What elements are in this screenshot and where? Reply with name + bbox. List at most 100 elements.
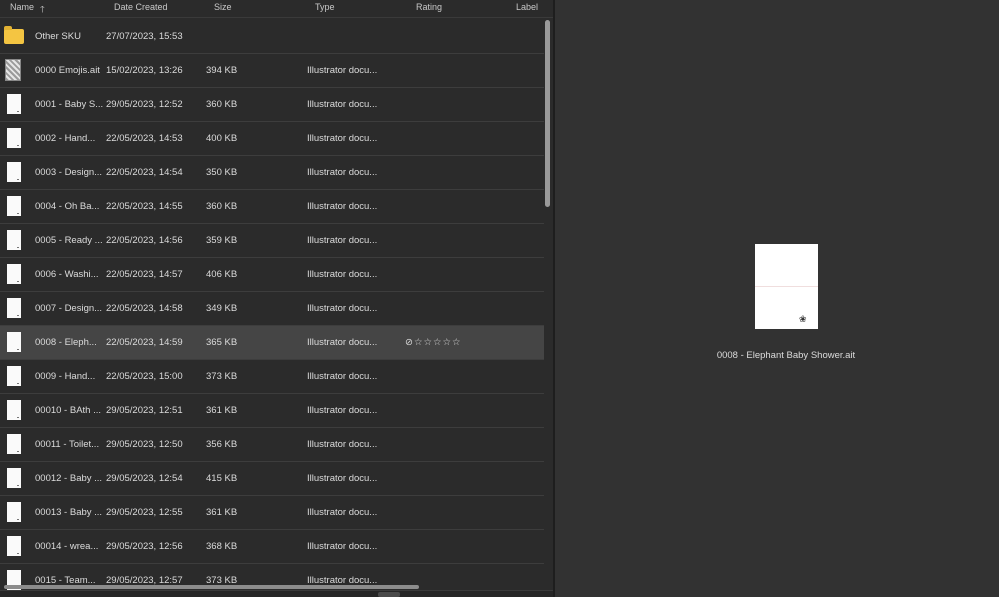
file-type: Illustrator docu...: [307, 541, 378, 552]
file-thumbnail-icon: [7, 468, 21, 488]
file-type: Illustrator docu...: [307, 303, 378, 314]
table-row[interactable]: 0004 - Oh Ba... 22/05/2023, 14:55 360 KB Il…: [0, 190, 544, 224]
file-date: 29/05/2023, 12:52: [106, 99, 183, 110]
file-type: Illustrator docu...: [307, 371, 378, 382]
table-row[interactable]: 00014 - wrea... 29/05/2023, 12:56 368 KB Il…: [0, 530, 544, 564]
table-row[interactable]: 0003 - Design... 22/05/2023, 14:54 350 KB I…: [0, 156, 544, 190]
file-size: 349 KB: [206, 303, 238, 314]
file-thumbnail-icon: [7, 298, 21, 318]
column-rating-header[interactable]: Rating: [416, 2, 442, 12]
table-row[interactable]: 0000 Emojis.ait 15/02/2023, 13:26 394 KB Il…: [0, 54, 544, 88]
file-type: Illustrator docu...: [307, 65, 378, 76]
column-type-header[interactable]: Type: [315, 2, 335, 12]
file-thumbnail-icon: [7, 536, 21, 556]
column-label-header[interactable]: Label: [516, 2, 538, 12]
table-row[interactable]: 0009 - Hand... 22/05/2023, 15:00 373 KB Ill…: [0, 360, 544, 394]
rating-stars[interactable]: ⊘☆☆☆☆☆: [405, 337, 462, 348]
file-size: 368 KB: [206, 541, 238, 552]
table-row[interactable]: 0007 - Design... 22/05/2023, 14:58 349 KB I…: [0, 292, 544, 326]
preview-fold-line: [755, 286, 818, 287]
file-date: 22/05/2023, 14:56: [106, 235, 183, 246]
file-size: 356 KB: [206, 439, 238, 450]
column-date-header[interactable]: Date Created: [114, 2, 168, 12]
file-type: Illustrator docu...: [307, 201, 378, 212]
file-name: Other SKU: [35, 31, 81, 42]
file-name: 0005 - Ready ...: [35, 235, 103, 246]
table-row[interactable]: 00013 - Baby ... 29/05/2023, 12:55 361 KB I…: [0, 496, 544, 530]
horizontal-scroll-thumb[interactable]: [4, 585, 419, 589]
file-date: 22/05/2023, 14:59: [106, 337, 183, 348]
table-row[interactable]: 0005 - Ready ... 22/05/2023, 14:56 359 KB I…: [0, 224, 544, 258]
file-type: Illustrator docu...: [307, 269, 378, 280]
file-type: Illustrator docu...: [307, 405, 378, 416]
bottom-bar: [0, 590, 553, 597]
table-row[interactable]: 0008 - Eleph... 22/05/2023, 14:59 365 KB Il…: [0, 326, 544, 360]
file-type: Illustrator docu...: [307, 473, 378, 484]
column-header: Name 🡑 Date Created Size Type Rating Lab…: [0, 0, 553, 18]
file-type: Illustrator docu...: [307, 167, 378, 178]
file-size: 360 KB: [206, 201, 238, 212]
file-size: 415 KB: [206, 473, 238, 484]
file-size: 394 KB: [206, 65, 238, 76]
folder-icon: [4, 26, 24, 44]
table-row[interactable]: 0006 - Washi... 22/05/2023, 14:57 406 KB Il…: [0, 258, 544, 292]
file-name: 00011 - Toilet...: [35, 439, 100, 450]
file-type: Illustrator docu...: [307, 99, 378, 110]
file-date: 22/05/2023, 14:54: [106, 167, 183, 178]
file-date: 29/05/2023, 12:55: [106, 507, 183, 518]
table-row[interactable]: 00012 - Baby ... 29/05/2023, 12:54 415 KB I…: [0, 462, 544, 496]
file-name: 00014 - wrea...: [35, 541, 99, 552]
file-size: 361 KB: [206, 507, 238, 518]
table-row[interactable]: 00011 - Toilet... 29/05/2023, 12:50 356 KB…: [0, 428, 544, 462]
file-size: 365 KB: [206, 337, 238, 348]
file-type: Illustrator docu...: [307, 337, 378, 348]
table-row[interactable]: 0002 - Hand... 22/05/2023, 14:53 400 KB Ill…: [0, 122, 544, 156]
file-type: Illustrator docu...: [307, 133, 378, 144]
file-list-panel: Name 🡑 Date Created Size Type Rating Lab…: [0, 0, 553, 597]
file-name: 00012 - Baby ...: [35, 473, 103, 484]
file-date: 22/05/2023, 14:57: [106, 269, 183, 280]
vertical-scroll-thumb[interactable]: [545, 20, 550, 207]
file-size: 360 KB: [206, 99, 238, 110]
elephant-icon: ❀: [799, 314, 807, 324]
file-thumbnail-icon: [7, 366, 21, 386]
file-date: 29/05/2023, 12:56: [106, 541, 183, 552]
file-name: 0003 - Design...: [35, 167, 103, 178]
table-row[interactable]: 00010 - BAth ... 29/05/2023, 12:51 361 KB I…: [0, 394, 544, 428]
file-name: 0000 Emojis.ait: [35, 65, 100, 76]
file-date: 22/05/2023, 14:58: [106, 303, 183, 314]
sort-ascending-icon[interactable]: 🡑: [40, 2, 45, 18]
file-type: Illustrator docu...: [307, 439, 378, 450]
file-thumbnail-icon: [5, 59, 21, 81]
file-date: 29/05/2023, 12:51: [106, 405, 183, 416]
table-row[interactable]: 0001 - Baby S... 29/05/2023, 12:52 360 KB I…: [0, 88, 544, 122]
file-name: 0001 - Baby S...: [35, 99, 104, 110]
preview-thumbnail[interactable]: ❀: [755, 244, 818, 329]
column-name-header[interactable]: Name: [10, 2, 34, 12]
column-size-header[interactable]: Size: [214, 2, 232, 12]
file-size: 406 KB: [206, 269, 238, 280]
file-size: 400 KB: [206, 133, 238, 144]
file-type: Illustrator docu...: [307, 235, 378, 246]
file-size: 361 KB: [206, 405, 238, 416]
table-row[interactable]: Other SKU 27/07/2023, 15:53: [0, 20, 544, 54]
file-name: 00010 - BAth ...: [35, 405, 102, 416]
file-name: 0006 - Washi...: [35, 269, 99, 280]
file-name: 0007 - Design...: [35, 303, 103, 314]
file-date: 27/07/2023, 15:53: [106, 31, 183, 42]
file-name: 0004 - Oh Ba...: [35, 201, 100, 212]
preview-panel: ❀ 0008 - Elephant Baby Shower.ait: [555, 0, 999, 597]
file-thumbnail-icon: [7, 264, 21, 284]
file-type: Illustrator docu...: [307, 507, 378, 518]
file-thumbnail-icon: [7, 502, 21, 522]
file-thumbnail-icon: [7, 162, 21, 182]
file-thumbnail-icon: [7, 400, 21, 420]
file-name: 0008 - Eleph...: [35, 337, 97, 348]
bottom-bar-handle[interactable]: [378, 592, 400, 597]
file-date: 29/05/2023, 12:54: [106, 473, 183, 484]
file-thumbnail-icon: [7, 230, 21, 250]
file-thumbnail-icon: [7, 94, 21, 114]
file-size: 350 KB: [206, 167, 238, 178]
file-date: 22/05/2023, 14:53: [106, 133, 183, 144]
file-size: 373 KB: [206, 371, 238, 382]
